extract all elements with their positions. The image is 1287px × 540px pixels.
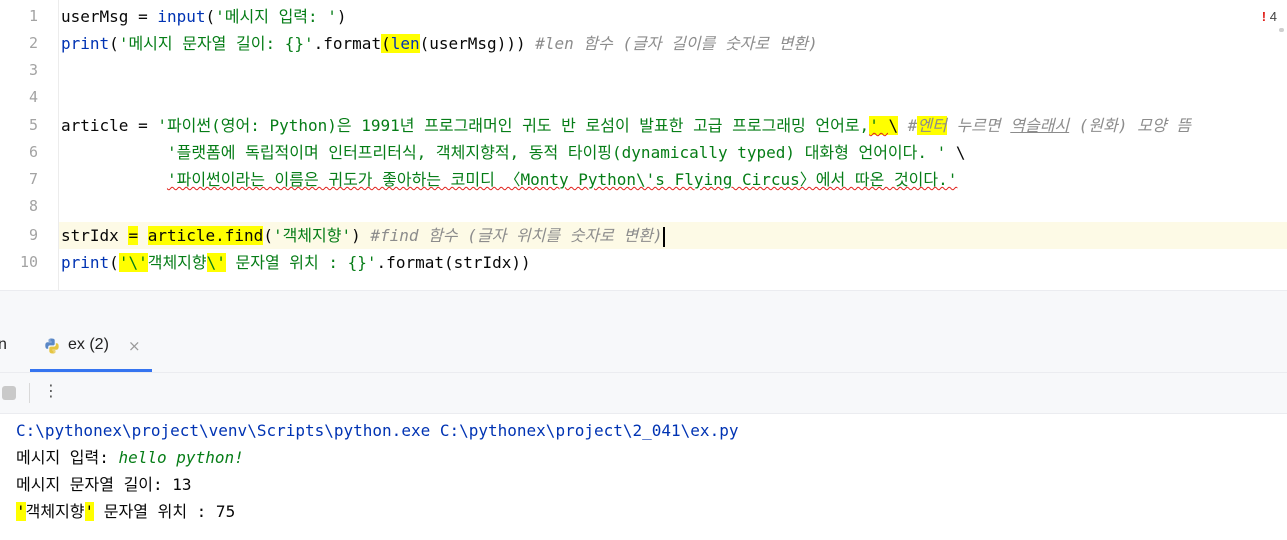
line-number-gutter: 1 2 3 4 5 6 7 8 9 10 (0, 0, 58, 290)
tab-previous-label[interactable]: n (0, 336, 7, 354)
code-token: 문자열 위치 : {}' (225, 253, 377, 272)
code-comment: 엔터 (917, 116, 947, 135)
code-token: = (128, 226, 139, 245)
inspection-count: 4 (1269, 9, 1277, 24)
code-token: article = (61, 116, 158, 135)
editor-scrollbar[interactable] (1277, 0, 1287, 290)
tab-ex-2[interactable]: ex (2) × (30, 322, 152, 372)
console-token: 객체지향 (25, 502, 85, 521)
code-comment: # (898, 116, 918, 135)
code-line-5[interactable]: article = '파이썬(영어: Python)은 1991년 프로그래머인… (61, 112, 1191, 139)
line-number: 3 (28, 61, 38, 79)
code-token: print (61, 34, 110, 53)
console-position-line: '객체지향' 문자열 위치 : 75 (0, 498, 235, 525)
scrollbar-thumb[interactable] (1279, 28, 1284, 32)
line-number: 4 (28, 88, 38, 106)
gutter-separator (58, 0, 59, 290)
toolbar-separator (29, 383, 30, 403)
code-token: 객체지향 (147, 253, 207, 272)
code-line-6[interactable]: '플랫폼에 독립적이며 인터프리터식, 객체지향적, 동적 타이핑(dynami… (61, 139, 966, 166)
line-number: 7 (28, 170, 38, 188)
error-icon: ! (1261, 9, 1267, 24)
code-token: '파이썬이라는 이름은 귀도가 좋아하는 코미디 〈Monty Python\'… (166, 170, 958, 189)
close-icon[interactable]: × (128, 337, 141, 355)
code-token: \' (206, 253, 226, 272)
code-token: len (390, 34, 420, 53)
code-token: '플랫폼에 독립적이며 인터프리터식, 객체지향적, 동적 타이핑(dynami… (166, 143, 947, 162)
line-number: 1 (28, 7, 38, 25)
code-line-1[interactable]: userMsg = input('메시지 입력: ') (61, 3, 347, 30)
panel-divider[interactable] (0, 290, 1287, 323)
code-token: ' (869, 116, 889, 135)
code-token: '메시지 문자열 길이: {}' (118, 34, 314, 53)
console-prompt: 메시지 입력: (16, 448, 119, 467)
python-icon (45, 338, 59, 354)
code-token: \ (946, 143, 966, 162)
console-token: 문자열 위치 : 75 (94, 502, 236, 521)
code-comment: 누르면 (946, 116, 1011, 135)
code-token: ) (336, 7, 347, 26)
console-input-line: 메시지 입력: hello python! (16, 444, 244, 471)
code-editor[interactable]: 1 2 3 4 5 6 7 8 9 10 userMsg = input('메시… (0, 0, 1287, 290)
code-comment: (원화) 모양 뜸 (1069, 116, 1191, 135)
code-token: '메시지 입력: ' (215, 7, 337, 26)
line-number: 8 (28, 197, 38, 215)
code-line-2[interactable]: print('메시지 문자열 길이: {}'.format(len(userMs… (61, 30, 818, 57)
code-comment: 역슬래시 (1010, 116, 1070, 135)
line-number: 6 (28, 143, 38, 161)
text-cursor (662, 226, 665, 247)
console-length-line: 메시지 문자열 길이: 13 (16, 475, 192, 494)
console-output[interactable]: C:\pythonex\project\venv\Scripts\python.… (0, 414, 1287, 540)
code-line-10[interactable]: print('\'객체지향\' 문자열 위치 : {}'.format(strI… (61, 249, 531, 276)
code-token: ( (381, 34, 391, 53)
code-token: userMsg = (61, 7, 158, 26)
console-user-input: hello python! (118, 448, 244, 467)
line-number: 9 (28, 226, 38, 244)
code-comment: #len 함수 (글자 길이를 숫자로 변환) (535, 34, 818, 53)
code-token: strIdx (61, 226, 129, 245)
run-toolbar: ⋮ (0, 373, 1287, 414)
run-tool-window-tabs: n ex (2) × (0, 322, 1287, 373)
code-token: ( (205, 7, 216, 26)
code-token: ( (263, 226, 273, 245)
console-token: ' (84, 502, 95, 521)
code-token: '\' (118, 253, 148, 272)
code-token: print (61, 253, 110, 272)
code-token: .format(strIdx)) (376, 253, 531, 272)
code-token: ( (109, 34, 119, 53)
line-number: 2 (28, 34, 38, 52)
line-number: 5 (28, 116, 38, 134)
code-line-9[interactable]: strIdx = article.find('객체지향') #find 함수 (… (61, 222, 665, 249)
code-comment: #find 함수 (글자 위치를 숫자로 변환) (370, 226, 663, 245)
console-token: ' (16, 502, 26, 521)
code-token: \ (888, 116, 899, 135)
tab-label: ex (2) (68, 336, 109, 353)
console-command-line: C:\pythonex\project\venv\Scripts\python.… (16, 421, 739, 440)
code-token: (userMsg))) (419, 34, 536, 53)
code-token: input (157, 7, 206, 26)
line-number: 10 (19, 253, 38, 271)
code-token: article.find (147, 226, 264, 245)
stop-icon[interactable] (2, 386, 16, 400)
code-token: ( (109, 253, 119, 272)
code-token: '객체지향' (272, 226, 352, 245)
code-token: '파이썬(영어: Python)은 1991년 프로그래머인 귀도 반 로섬이 … (157, 116, 870, 135)
code-token: .format (313, 34, 382, 53)
code-line-7[interactable]: '파이썬이라는 이름은 귀도가 좋아하는 코미디 〈Monty Python\'… (61, 166, 957, 193)
inspection-widget[interactable]: ! 4 (1262, 9, 1277, 24)
more-options-icon[interactable]: ⋮ (43, 381, 59, 400)
code-token: ) (351, 226, 371, 245)
